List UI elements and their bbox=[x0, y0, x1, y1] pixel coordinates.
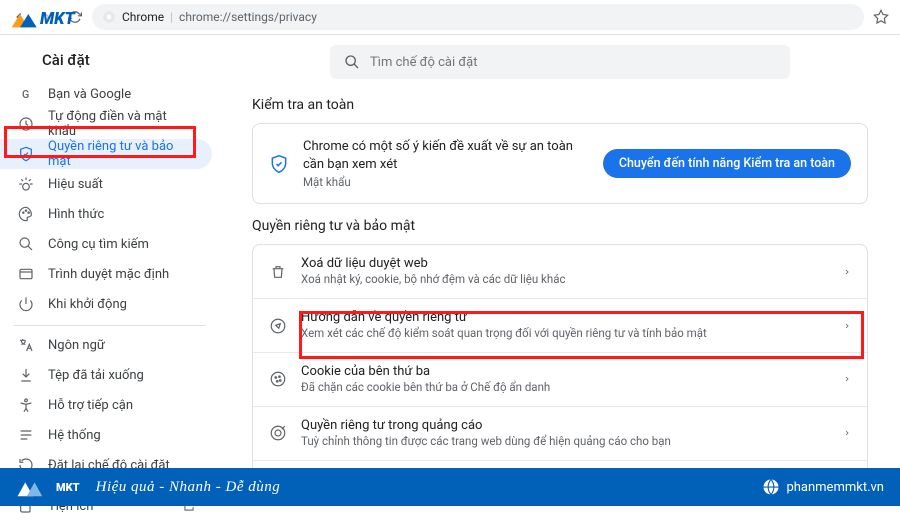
security-item[interactable]: Bảo mật Tính năng Duyệt web an toàn (bảo… bbox=[253, 461, 867, 468]
sidebar-item-performance[interactable]: Hiệu suất bbox=[0, 169, 212, 199]
footer-logo: MKT bbox=[16, 474, 80, 500]
paint-icon bbox=[18, 206, 34, 222]
browser-toolbar: Chrome | chrome://settings/privacy bbox=[0, 0, 900, 35]
safety-check-card: Chrome có một số ý kiến đề xuất về sự an… bbox=[252, 123, 868, 204]
language-icon bbox=[18, 337, 34, 353]
search-input[interactable] bbox=[370, 55, 776, 70]
cookie-icon bbox=[269, 370, 287, 388]
ads-icon bbox=[269, 424, 287, 442]
section-heading-safety: Kiểm tra an toàn bbox=[252, 97, 876, 113]
accessibility-icon bbox=[18, 397, 34, 413]
globe-icon bbox=[762, 478, 780, 496]
sidebar-item-privacy[interactable]: Quyền riêng tư và bảo mật bbox=[0, 139, 212, 169]
settings-search[interactable] bbox=[330, 45, 790, 79]
svg-text:G: G bbox=[22, 88, 29, 101]
privacy-guide-item[interactable]: Hướng dẫn về quyền riêng tư Xem xét các … bbox=[253, 299, 867, 353]
sidebar-item-accessibility[interactable]: Hỗ trợ tiếp cận bbox=[0, 390, 212, 420]
footer-site: phanmemmkt.vn bbox=[762, 478, 884, 496]
trash-icon bbox=[269, 263, 287, 281]
sidebar-item-downloads[interactable]: Tệp đã tải xuống bbox=[0, 360, 212, 390]
svg-text:MKT: MKT bbox=[40, 10, 76, 29]
url-text: chrome://settings/privacy bbox=[179, 10, 317, 24]
ad-privacy-item[interactable]: Quyền riêng tư trong quảng cáo Tuỳ chỉnh… bbox=[253, 407, 867, 461]
sidebar-divider bbox=[14, 325, 206, 326]
chevron-right-icon bbox=[843, 266, 851, 278]
page-title: Cài đặt bbox=[0, 43, 220, 79]
system-icon bbox=[18, 427, 34, 443]
clear-browsing-data-item[interactable]: Xoá dữ liệu duyệt web Xoá nhật ký, cooki… bbox=[253, 245, 867, 299]
google-g-icon: G bbox=[18, 86, 34, 102]
footer-tagline: Hiệu quả - Nhanh - Dễ dùng bbox=[96, 479, 281, 496]
settings-content: Kiểm tra an toàn Chrome có một số ý kiến… bbox=[220, 35, 900, 468]
sidebar-item-default-browser[interactable]: Trình duyệt mặc định bbox=[0, 259, 212, 289]
download-icon bbox=[18, 367, 34, 383]
sidebar-item-system[interactable]: Hệ thống bbox=[0, 420, 212, 450]
sidebar-item-languages[interactable]: Ngôn ngữ bbox=[0, 330, 212, 360]
go-to-safety-check-button[interactable]: Chuyển đến tính năng Kiểm tra an toàn bbox=[603, 149, 851, 178]
speed-icon bbox=[18, 176, 34, 192]
address-bar[interactable]: Chrome | chrome://settings/privacy bbox=[92, 4, 864, 30]
chevron-right-icon bbox=[843, 320, 851, 332]
bookmark-star-icon[interactable] bbox=[870, 6, 892, 28]
footer-banner: MKT Hiệu quả - Nhanh - Dễ dùng phanmemmk… bbox=[0, 468, 900, 506]
search-icon bbox=[344, 54, 360, 70]
url-prefix: Chrome bbox=[122, 10, 164, 24]
mkt-logo: MKT bbox=[10, 4, 110, 38]
settings-sidebar: Cài đặt G Bạn và Google Tự động điền và … bbox=[0, 35, 220, 468]
browser-icon bbox=[18, 266, 34, 282]
section-heading-privacy: Quyền riêng tư và bảo mật bbox=[252, 218, 876, 234]
sidebar-item-search-engine[interactable]: Công cụ tìm kiếm bbox=[0, 229, 212, 259]
safety-card-title: Chrome có một số ý kiến đề xuất về sự an… bbox=[303, 138, 589, 173]
third-party-cookies-item[interactable]: Cookie của bên thứ ba Đã chặn các cookie… bbox=[253, 353, 867, 407]
shield-check-icon bbox=[269, 154, 289, 174]
sidebar-item-on-startup[interactable]: Khi khởi động bbox=[0, 289, 212, 319]
compass-icon bbox=[269, 317, 287, 335]
chevron-right-icon bbox=[843, 427, 851, 439]
shield-icon bbox=[18, 146, 34, 162]
sidebar-item-you-and-google[interactable]: G Bạn và Google bbox=[0, 79, 212, 109]
chevron-right-icon bbox=[843, 373, 851, 385]
sidebar-item-appearance[interactable]: Hình thức bbox=[0, 199, 212, 229]
autofill-icon bbox=[18, 116, 34, 132]
sidebar-item-autofill[interactable]: Tự động điền và mật khẩu bbox=[0, 109, 212, 139]
safety-card-subtitle: Mật khẩu bbox=[303, 175, 589, 189]
search-icon bbox=[18, 236, 34, 252]
power-icon bbox=[18, 296, 34, 312]
privacy-list-card: Xoá dữ liệu duyệt web Xoá nhật ký, cooki… bbox=[252, 244, 868, 468]
